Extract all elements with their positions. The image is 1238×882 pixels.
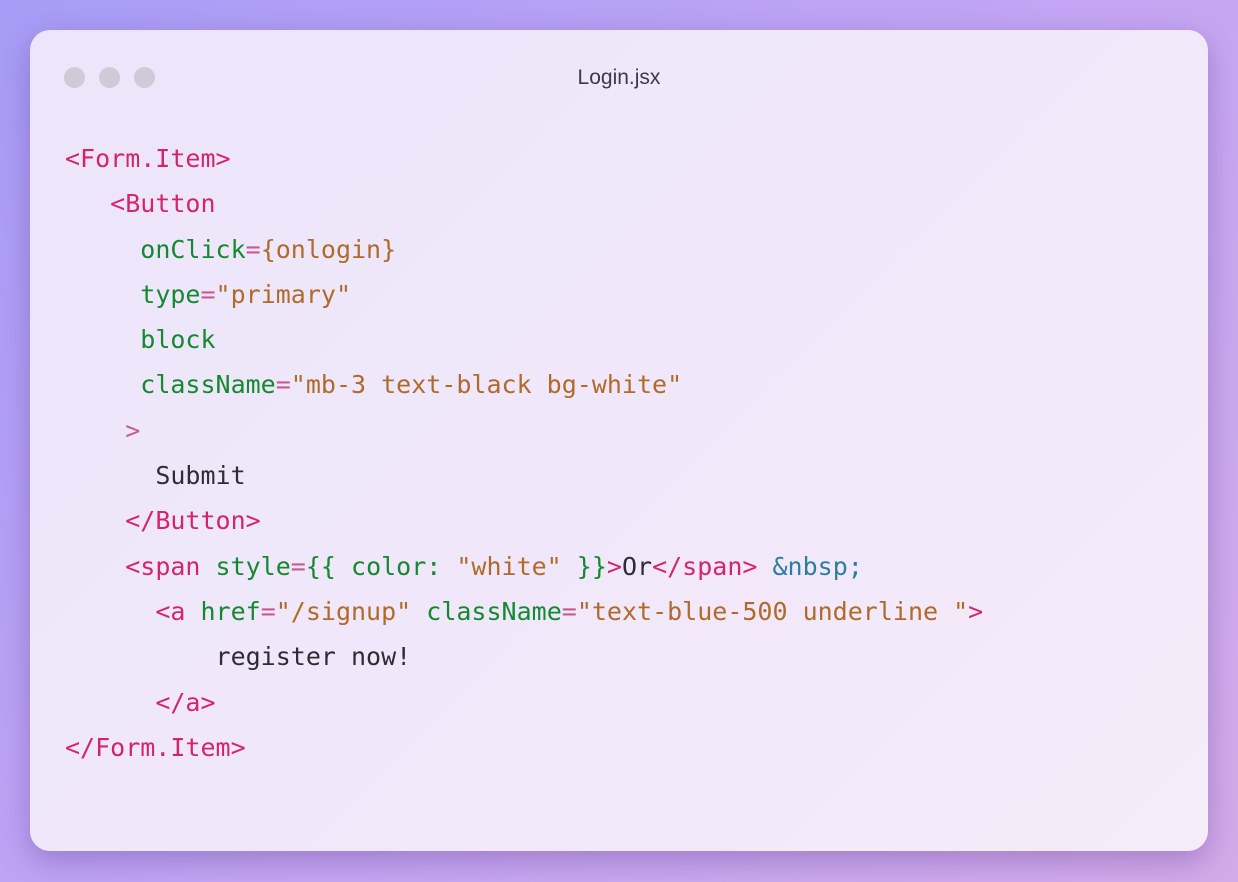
- code-token: <Form.Item>: [65, 144, 231, 173]
- code-line: </Button>: [65, 498, 983, 543]
- code-token: =: [200, 279, 216, 309]
- code-token: =: [245, 234, 261, 264]
- code-token: =: [290, 551, 306, 581]
- code-line: </Form.Item>: [65, 725, 983, 770]
- code-token: className: [140, 370, 276, 400]
- code-line: block: [65, 317, 983, 362]
- code-token: register now!: [215, 642, 412, 672]
- code-token: onClick: [140, 234, 246, 264]
- code-token: "primary": [215, 279, 352, 309]
- code-token: type: [140, 279, 201, 309]
- code-token: </Button>: [125, 506, 261, 536]
- code-token: <Button: [110, 189, 216, 219]
- code-line: register now!: [65, 634, 983, 679]
- code-token: >: [125, 415, 141, 445]
- code-token: =: [260, 596, 276, 626]
- code-token: >: [606, 551, 622, 581]
- code-token: </Form.Item>: [65, 732, 246, 762]
- code-token: className: [426, 596, 562, 626]
- code-line: onClick={onlogin}: [65, 227, 983, 272]
- code-token: =: [561, 596, 577, 626]
- code-line: Submit: [65, 453, 983, 498]
- code-token: style: [215, 551, 291, 581]
- code-line: <Form.Item>: [65, 136, 983, 181]
- code-token: href: [200, 596, 261, 626]
- code-block: <Form.Item> <Button onClick={onlogin} ty…: [65, 136, 983, 770]
- code-line: <a href="/signup" className="text-blue-5…: [65, 589, 983, 634]
- code-token: >: [968, 596, 984, 626]
- code-line: <Button: [65, 181, 983, 226]
- code-line: >: [65, 408, 983, 453]
- code-token: "text-blue-500 underline ": [576, 596, 969, 626]
- code-token: <span: [125, 551, 216, 581]
- code-token: </a>: [155, 687, 216, 717]
- code-token: </span>: [652, 551, 758, 581]
- code-token: &nbsp;: [772, 551, 863, 581]
- code-line: </a>: [65, 680, 983, 725]
- code-token: {onlogin}: [260, 234, 397, 264]
- code-token: block: [140, 325, 216, 355]
- code-token: {{ color:: [305, 551, 457, 581]
- window-title: Login.jsx: [577, 66, 661, 89]
- code-token: Or: [621, 551, 653, 581]
- code-line: type="primary": [65, 272, 983, 317]
- code-token: <a: [155, 596, 201, 626]
- code-line: <span style={{ color: "white" }}>Or</spa…: [65, 544, 983, 589]
- code-token: "/signup": [275, 596, 412, 626]
- code-token: }}: [561, 551, 607, 581]
- code-token: Submit: [155, 461, 246, 491]
- code-token: "white": [456, 551, 562, 581]
- code-line: className="mb-3 text-black bg-white": [65, 362, 983, 407]
- code-window: Login.jsx <Form.Item> <Button onClick={o…: [30, 30, 1208, 851]
- code-token: "mb-3 text-black bg-white": [290, 370, 683, 400]
- code-token: =: [275, 370, 291, 400]
